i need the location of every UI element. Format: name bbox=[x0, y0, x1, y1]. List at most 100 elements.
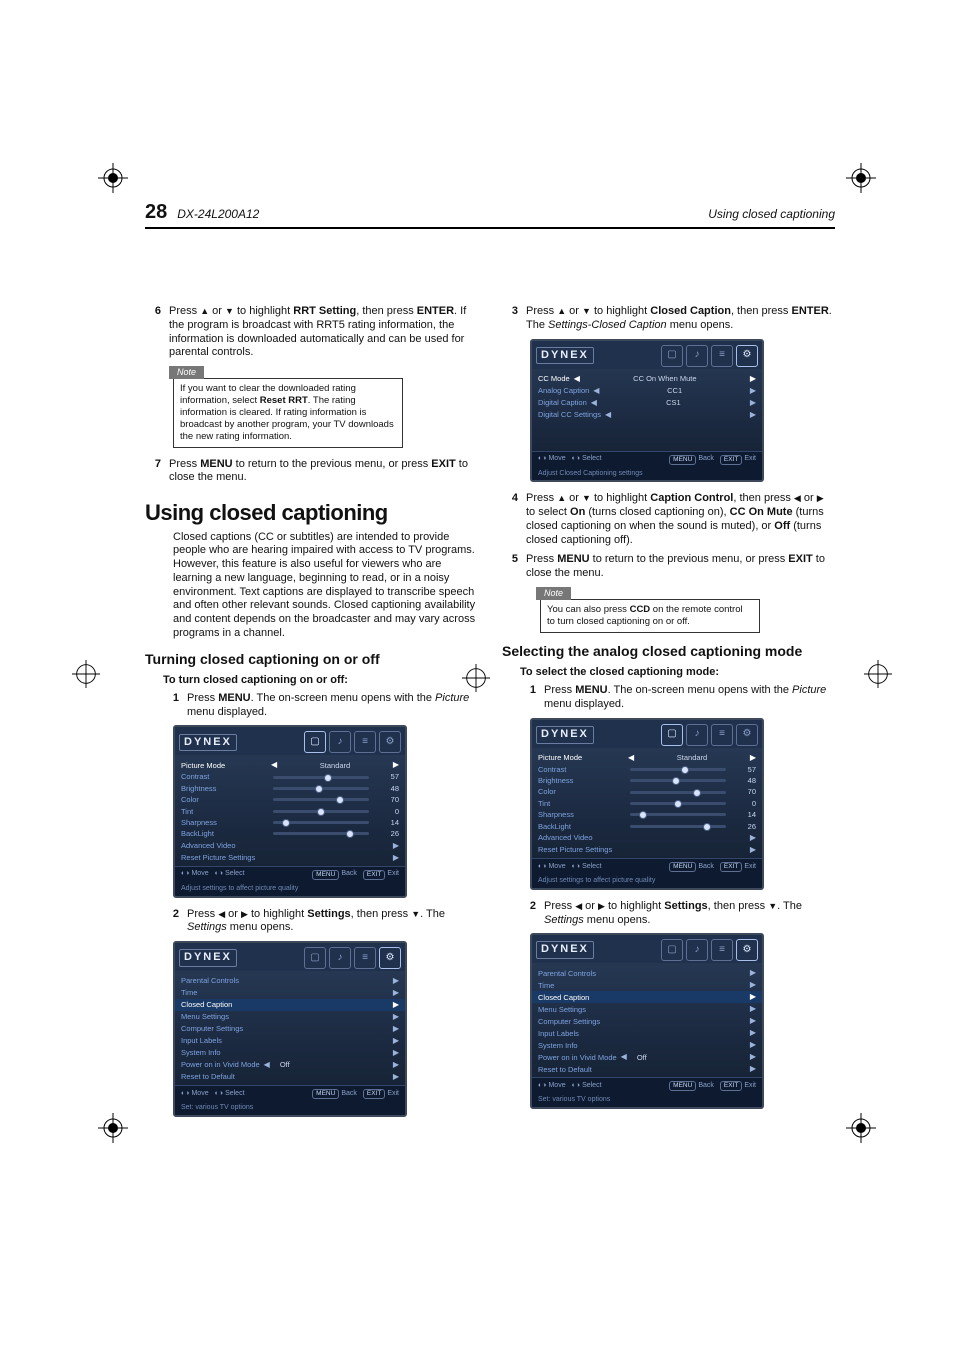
step-number: 3 bbox=[502, 305, 518, 333]
heading-3: To turn closed captioning on or off: bbox=[163, 674, 478, 688]
right-arrow-icon: ▶ bbox=[750, 968, 756, 978]
osd-row: Digital CC Settings◀▶ bbox=[538, 409, 756, 421]
osd-row-label: CC Mode bbox=[538, 374, 570, 383]
italic-term: Settings bbox=[544, 914, 584, 926]
osd-row: System Info▶ bbox=[181, 1047, 399, 1059]
tab-channels-icon: ≡ bbox=[354, 731, 376, 753]
right-arrow-icon: ▶ bbox=[750, 1016, 756, 1026]
foot-move: Move bbox=[548, 455, 565, 464]
right-arrow-icon: ▶ bbox=[750, 1028, 756, 1038]
text: Press bbox=[526, 492, 557, 504]
osd-row-value: 70 bbox=[732, 787, 756, 796]
osd-row: Contrast57 bbox=[181, 771, 399, 782]
osd-row-label: Reset to Default bbox=[181, 1072, 235, 1081]
content: 28 DX-24L200A12 Using closed captioning … bbox=[145, 200, 835, 1127]
left-arrow-icon: ◀ bbox=[794, 493, 801, 503]
right-arrow-icon: ▶ bbox=[750, 1052, 756, 1062]
text: or bbox=[566, 492, 582, 504]
osd-row: Picture Mode◀Standard▶ bbox=[181, 759, 399, 771]
osd-row-label: Parental Controls bbox=[181, 976, 239, 985]
dynex-logo: DYNEX bbox=[179, 949, 237, 967]
tab-audio-icon: ♪ bbox=[329, 947, 351, 969]
osd-row: Tint0 bbox=[181, 806, 399, 817]
right-arrow-icon: ▶ bbox=[598, 901, 605, 911]
intro-paragraph: Closed captions (CC or subtitles) are in… bbox=[173, 531, 478, 641]
tab-picture-icon: ▢ bbox=[661, 724, 683, 746]
right-arrow-icon: ▶ bbox=[241, 909, 248, 919]
down-arrow-icon: ▼ bbox=[225, 306, 234, 316]
step-number: 2 bbox=[520, 900, 536, 928]
exit-btn-icon: EXIT bbox=[363, 870, 385, 880]
foot-exit: Exit bbox=[387, 1090, 399, 1099]
osd-row-label: Digital CC Settings bbox=[538, 410, 601, 419]
slider-knob-icon bbox=[681, 766, 689, 774]
osd-row-label: Closed Caption bbox=[181, 1000, 232, 1009]
osd-row: System Info▶ bbox=[538, 1039, 756, 1051]
exit-btn-icon: EXIT bbox=[720, 455, 742, 465]
text: Press bbox=[187, 692, 218, 704]
right-arrow-icon: ▶ bbox=[393, 853, 399, 863]
step-1: 1 Press MENU. The on-screen menu opens w… bbox=[163, 692, 478, 720]
osd-row-label: Sharpness bbox=[538, 810, 624, 819]
right-arrow-icon: ▶ bbox=[393, 1048, 399, 1058]
osd-row-value: CS1 bbox=[601, 398, 746, 407]
down-arrow-icon: ▼ bbox=[768, 901, 777, 911]
foot-move: Move bbox=[191, 1090, 208, 1099]
osd-row-label: Brightness bbox=[538, 776, 624, 785]
osd-row: Contrast57 bbox=[538, 764, 756, 775]
text: or bbox=[566, 305, 582, 317]
step-number: 5 bbox=[502, 553, 518, 581]
osd-row: BackLight26 bbox=[538, 821, 756, 832]
bold-term: Reset RRT bbox=[260, 395, 308, 406]
osd-row: Reset Picture Settings▶ bbox=[181, 852, 399, 864]
text: . The on-screen menu opens with the bbox=[251, 692, 435, 704]
right-arrow-icon: ▶ bbox=[750, 833, 756, 843]
osd-row-value: Off bbox=[280, 1060, 290, 1069]
cropmark-icon bbox=[98, 1113, 128, 1143]
cropmark-icon bbox=[846, 163, 876, 193]
osd-row: Tint0 bbox=[538, 798, 756, 809]
foot-select: Select bbox=[225, 1090, 244, 1099]
osd-row: Picture Mode◀Standard▶ bbox=[538, 752, 756, 764]
foot-move: Move bbox=[548, 863, 565, 872]
osd-row: Time▶ bbox=[538, 979, 756, 991]
page-number: 28 bbox=[145, 200, 167, 225]
text: or bbox=[801, 492, 817, 504]
menu-btn-icon: MENU bbox=[669, 1081, 696, 1091]
menu-btn-icon: MENU bbox=[312, 870, 339, 880]
right-arrow-icon: ▶ bbox=[750, 398, 756, 408]
bold-term: On bbox=[570, 506, 585, 518]
osd-row-label: Contrast bbox=[181, 772, 267, 781]
note-label: Note bbox=[169, 366, 204, 379]
tab-audio-icon: ♪ bbox=[686, 939, 708, 961]
step-3: 3 Press ▲ or ▼ to highlight Closed Capti… bbox=[502, 305, 835, 333]
slider-knob-icon bbox=[317, 808, 325, 816]
dynex-logo: DYNEX bbox=[536, 941, 594, 959]
menu-btn-icon: MENU bbox=[312, 1089, 339, 1099]
osd-row: Reset to Default▶ bbox=[538, 1063, 756, 1075]
right-arrow-icon: ▶ bbox=[393, 1036, 399, 1046]
text: Press bbox=[544, 684, 575, 696]
step-number: 7 bbox=[145, 458, 161, 486]
osd-row: Power on in Vivid Mode◀Off▶ bbox=[181, 1059, 399, 1071]
right-arrow-icon: ▶ bbox=[393, 1072, 399, 1082]
heading-1: Using closed captioning bbox=[145, 499, 478, 527]
osd-row-label: Color bbox=[181, 795, 267, 804]
foot-back: Back bbox=[698, 863, 714, 872]
italic-term: Settings bbox=[187, 921, 227, 933]
heading-3: To select the closed captioning mode: bbox=[520, 666, 835, 680]
osd-picture-menu: DYNEX ▢ ♪ ≡ ⚙ Picture Mode◀Standard▶Cont… bbox=[173, 725, 407, 897]
cropmark-icon bbox=[72, 660, 100, 688]
step-6: 6 Press ▲ or ▼ to highlight RRT Setting,… bbox=[145, 305, 478, 360]
osd-row-label: Tint bbox=[181, 807, 267, 816]
bold-term: EXIT bbox=[431, 458, 455, 470]
bold-term: MENU bbox=[557, 553, 589, 565]
left-arrow-icon: ◀ bbox=[574, 374, 580, 384]
osd-row-label: Closed Caption bbox=[538, 993, 589, 1002]
osd-body: Parental Controls▶Time▶Closed Caption▶Me… bbox=[175, 971, 405, 1085]
slider-knob-icon bbox=[324, 774, 332, 782]
text: menu displayed. bbox=[187, 706, 267, 718]
text: You can also press bbox=[547, 604, 630, 615]
osd-row-label: Menu Settings bbox=[538, 1005, 586, 1014]
osd-slider bbox=[273, 821, 369, 824]
